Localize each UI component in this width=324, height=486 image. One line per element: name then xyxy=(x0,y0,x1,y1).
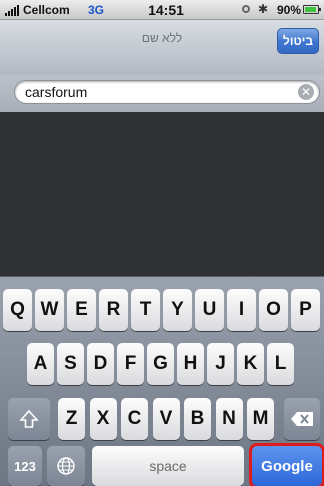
page-title: ללא שם xyxy=(141,31,183,45)
key-y[interactable]: Y xyxy=(163,289,192,331)
battery-percent: 90% xyxy=(277,3,302,17)
status-time: 14:51 xyxy=(148,2,184,18)
key-j[interactable]: J xyxy=(207,343,234,385)
key-t[interactable]: T xyxy=(131,289,160,331)
key-f[interactable]: F xyxy=(117,343,144,385)
clear-icon[interactable]: ✕ xyxy=(298,84,314,100)
key-m[interactable]: M xyxy=(247,398,274,440)
key-x[interactable]: X xyxy=(89,398,117,440)
key-r[interactable]: R xyxy=(99,289,128,331)
search-input-value: carsforum xyxy=(25,84,88,100)
key-k[interactable]: K xyxy=(237,343,264,385)
key-q[interactable]: Q xyxy=(3,289,32,331)
results-area xyxy=(0,112,324,276)
google-search-key[interactable]: Google xyxy=(249,443,324,486)
key-u[interactable]: U xyxy=(195,289,224,331)
key-z[interactable]: Z xyxy=(58,398,85,440)
backspace-key[interactable] xyxy=(284,398,320,440)
orientation-lock-icon xyxy=(242,5,250,13)
key-c[interactable]: C xyxy=(121,398,148,440)
key-w[interactable]: W xyxy=(35,289,64,331)
globe-icon xyxy=(57,457,75,475)
search-input[interactable]: carsforum ✕ xyxy=(14,80,320,104)
backspace-icon xyxy=(291,412,313,426)
key-n[interactable]: N xyxy=(215,398,243,440)
keyboard: 123 space Google QWERTYUIOP ASDFGHJKL ZXCV… xyxy=(0,276,324,486)
space-key[interactable]: space xyxy=(92,446,244,486)
bluetooth-icon: ✱ xyxy=(258,2,269,16)
key-e[interactable]: E xyxy=(67,289,96,331)
key-l[interactable]: L xyxy=(267,343,294,385)
key-p[interactable]: P xyxy=(291,289,320,331)
shift-key[interactable] xyxy=(8,398,50,440)
key-s[interactable]: S xyxy=(57,343,84,385)
battery-fill xyxy=(305,7,316,12)
globe-key[interactable] xyxy=(47,446,85,486)
numbers-key[interactable]: 123 xyxy=(8,446,42,486)
key-i[interactable]: I xyxy=(227,289,256,331)
key-o[interactable]: O xyxy=(259,289,288,331)
key-h[interactable]: H xyxy=(177,343,204,385)
status-bar: Cellcom 3G 14:51 ✱ 90% xyxy=(0,0,324,20)
battery-icon xyxy=(303,5,321,14)
key-a[interactable]: A xyxy=(27,343,54,385)
shift-icon xyxy=(19,409,39,428)
key-d[interactable]: D xyxy=(87,343,114,385)
key-v[interactable]: V xyxy=(152,398,180,440)
key-g[interactable]: G xyxy=(147,343,174,385)
key-b[interactable]: B xyxy=(184,398,211,440)
cancel-button[interactable]: ביטול xyxy=(277,28,319,54)
navigation-bar: ללא שם ביטול xyxy=(0,20,324,75)
